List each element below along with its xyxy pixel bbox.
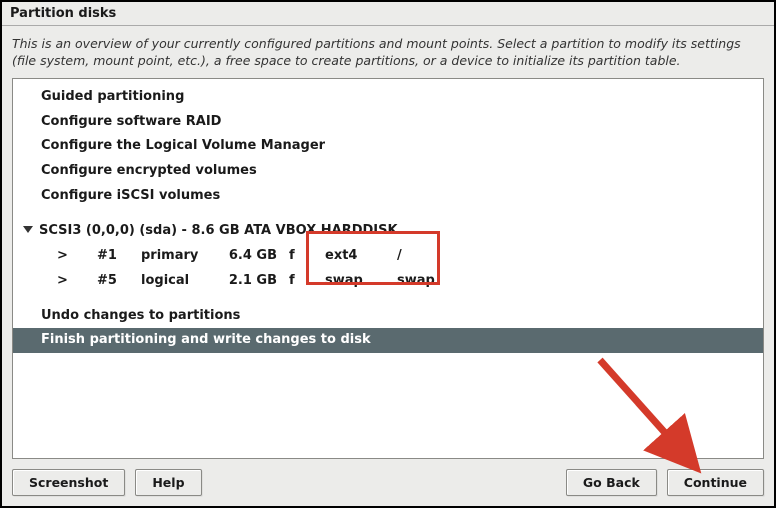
disk-row[interactable]: SCSI3 (0,0,0) (sda) - 8.6 GB ATA VBOX HA…: [13, 219, 763, 244]
disk-label: SCSI3 (0,0,0) (sda) - 8.6 GB ATA VBOX HA…: [39, 222, 398, 241]
spacer: [13, 209, 763, 219]
window-title: Partition disks: [2, 2, 774, 26]
go-back-button[interactable]: Go Back: [566, 469, 657, 496]
partition-flag: f: [289, 247, 325, 266]
partition-indicator: >: [57, 272, 97, 291]
menu-guided-partitioning[interactable]: Guided partitioning: [13, 85, 763, 110]
partition-type: logical: [141, 272, 219, 291]
menu-configure-raid[interactable]: Configure software RAID: [13, 110, 763, 135]
partition-list-panel: Guided partitioning Configure software R…: [12, 78, 764, 459]
partition-number: #1: [97, 247, 141, 266]
partition-filesystem: ext4: [325, 247, 397, 266]
instruction-text: This is an overview of your currently co…: [2, 26, 774, 78]
partition-type: primary: [141, 247, 219, 266]
menu-configure-iscsi[interactable]: Configure iSCSI volumes: [13, 184, 763, 209]
installer-window: Partition disks This is an overview of y…: [0, 0, 776, 508]
continue-button[interactable]: Continue: [667, 469, 764, 496]
footer-toolbar: Screenshot Help Go Back Continue: [2, 459, 774, 506]
expand-toggle-icon: [23, 222, 35, 241]
menu-finish-partitioning[interactable]: Finish partitioning and write changes to…: [13, 328, 763, 353]
partition-row[interactable]: > #5 logical 2.1 GB f swap swap: [13, 269, 763, 294]
menu-undo-changes[interactable]: Undo changes to partitions: [13, 304, 763, 329]
partition-flag: f: [289, 272, 325, 291]
partition-number: #5: [97, 272, 141, 291]
partition-row[interactable]: > #1 primary 6.4 GB f ext4 /: [13, 244, 763, 269]
partition-size: 6.4 GB: [219, 247, 289, 266]
partition-size: 2.1 GB: [219, 272, 289, 291]
partition-filesystem: swap: [325, 272, 397, 291]
partition-mountpoint: /: [397, 247, 457, 266]
partition-indicator: >: [57, 247, 97, 266]
menu-configure-encrypted[interactable]: Configure encrypted volumes: [13, 159, 763, 184]
screenshot-button[interactable]: Screenshot: [12, 469, 125, 496]
menu-configure-lvm[interactable]: Configure the Logical Volume Manager: [13, 134, 763, 159]
partition-mountpoint: swap: [397, 272, 457, 291]
help-button[interactable]: Help: [135, 469, 201, 496]
spacer: [13, 294, 763, 304]
